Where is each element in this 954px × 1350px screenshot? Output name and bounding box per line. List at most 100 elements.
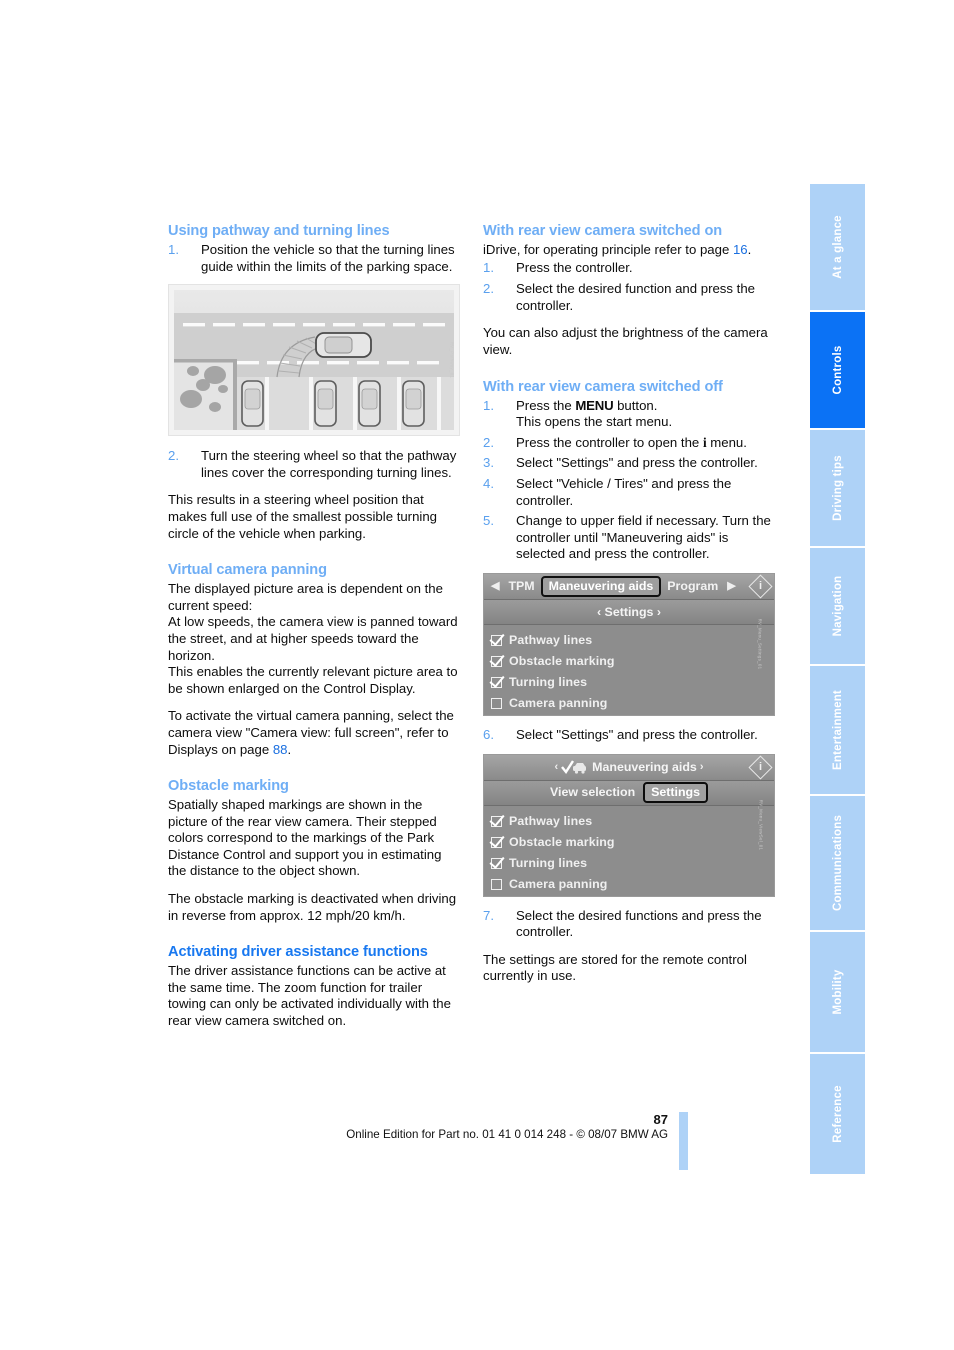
step-number: 5. [483,513,494,529]
sidebar-item-entertainment[interactable]: Entertainment [810,666,865,796]
idrive-tab-maneuvering-aids[interactable]: Maneuvering aids [540,576,662,597]
prev-arrow-icon[interactable]: ‹ [551,759,561,776]
idrive-option-obstacle-marking[interactable]: Obstacle marking [491,651,774,672]
list-item: 2. Press the controller to open the i me… [483,435,775,452]
step-number: 3. [483,455,494,471]
next-arrow-icon[interactable]: › [697,759,707,776]
info-badge-icon[interactable]: i [748,574,773,599]
option-label: Turning lines [509,855,588,870]
steps-camera-on: 1. Press the controller. 2. Select the d… [483,260,775,315]
paragraph-text: iDrive, for operating principle refer to… [483,242,733,257]
page-footer: 87 Online Edition for Part no. 01 41 0 0… [168,1112,668,1142]
step-text: Position the vehicle so that the turning… [201,242,455,274]
option-label: Pathway lines [509,813,593,828]
sidebar-item-reference[interactable]: Reference [810,1054,865,1176]
idrive-tab-program[interactable]: Program [661,577,724,596]
step-number: 2. [483,434,494,450]
step-text-pre: Press the [516,397,576,413]
scroll-left-icon[interactable]: ◀ [488,578,502,595]
idrive-option-pathway-lines[interactable]: Pathway lines [491,811,774,832]
figure-code: RV_Pathway_01 [450,341,456,379]
maneuvering-aids-car-icon [561,759,587,775]
step-number: 7. [483,907,494,923]
step-text: Press the controller to open the i menu. [516,435,747,450]
heading-virtual-camera-panning: Virtual camera panning [168,562,327,579]
paragraph-activate-panning: To activate the virtual camera panning, … [168,708,460,758]
sidebar-item-label: Mobility [831,969,844,1015]
idrive-tab-settings-selected[interactable]: Settings [643,782,709,803]
idrive-settings-label[interactable]: ‹ Settings › [597,604,661,621]
checkbox-checked-icon[interactable] [491,836,502,848]
sidebar-item-controls[interactable]: Controls [810,312,865,430]
sidebar-item-at-a-glance[interactable]: At a glance [810,184,865,312]
step-number: 6. [483,726,494,742]
car-check-icon-svg [561,759,587,774]
sidebar-item-mobility[interactable]: Mobility [810,932,865,1054]
idrive-tab-view-selection[interactable]: View selection [550,784,635,801]
option-label: Camera panning [509,696,608,711]
idrive-option-camera-panning[interactable]: Camera panning [491,693,774,714]
idrive-option-list: Pathway lines Obstacle marking Turning l… [484,625,774,714]
option-label: Obstacle marking [509,654,615,669]
checkbox-checked-icon[interactable] [491,815,502,827]
idrive-option-turning-lines[interactable]: Turning lines [491,853,774,874]
list-item: 3. Select "Settings" and press the contr… [483,455,775,472]
footer-marker-bar [679,1112,688,1170]
sidebar-item-label: Entertainment [831,690,844,770]
paragraph-obstacle-markings: Spatially shaped markings are shown in t… [168,797,442,879]
step-text-pre: Press the controller to open the [516,434,703,450]
page-reference-16[interactable]: 16 [733,242,748,257]
checkbox-checked-icon[interactable] [491,857,502,869]
checkbox-unchecked-icon[interactable] [491,878,502,890]
idrive-title-bar: ‹ Maneuvering aids › i [484,754,774,781]
paragraph-driver-assistance: The driver assistance functions can be a… [168,963,451,1029]
idrive-option-list: Pathway lines Obstacle marking Turning l… [484,806,774,895]
list-item: 1. Press the controller. [483,260,775,277]
step-number: 1. [483,397,494,413]
idrive-option-turning-lines[interactable]: Turning lines [491,672,774,693]
info-badge-icon[interactable]: i [748,754,773,780]
parking-illustration-svg [169,285,459,436]
paragraph-text-end: . [747,242,752,257]
sidebar-item-navigation[interactable]: Navigation [810,548,865,666]
checkbox-checked-icon[interactable] [491,634,502,646]
step-text: Press the controller. [516,259,633,275]
figure-code: RV_Menu_ViewSel_01 [758,799,764,851]
heading-camera-switched-on: With rear view camera switched on [483,223,723,239]
sidebar-item-communications[interactable]: Communications [810,796,865,932]
checkbox-checked-icon[interactable] [491,676,502,688]
checkbox-unchecked-icon[interactable] [491,697,502,709]
list-item: 1. Position the vehicle so that the turn… [168,242,460,275]
step-text: Select "Vehicle / Tires" and press the c… [516,475,732,508]
list-item: 4. Select "Vehicle / Tires" and press th… [483,476,775,509]
steps-turn-steering-wheel: 2. Turn the steering wheel so that the p… [168,448,460,481]
idrive-option-camera-panning[interactable]: Camera panning [491,874,774,895]
info-badge-label: i [758,760,763,773]
heading-using-pathway-and-turning-lines: Using pathway and turning lines [168,223,390,239]
heading-camera-switched-off: With rear view camera switched off [483,378,723,395]
paragraph-brightness: You can also adjust the brightness of th… [483,325,768,357]
sidebar-item-label: Communications [831,814,844,912]
idrive-option-obstacle-marking[interactable]: Obstacle marking [491,832,774,853]
heading-obstacle-marking: Obstacle marking [168,778,289,795]
idrive-title-label: Maneuvering aids [592,759,697,774]
step-text: Select the desired function and press th… [516,281,755,313]
option-label: Camera panning [509,876,608,891]
idrive-tab-tpm[interactable]: TPM [502,577,540,596]
edition-notice: Online Edition for Part no. 01 41 0 014 … [346,1128,668,1141]
scroll-right-icon[interactable]: ▶ [724,578,738,595]
list-item: 2. Turn the steering wheel so that the p… [168,448,460,481]
idrive-option-pathway-lines[interactable]: Pathway lines [491,630,774,651]
list-item: 1. Press the MENU button. This opens the … [483,398,775,431]
paragraph-idrive-principle: iDrive, for operating principle refer to… [483,242,775,259]
steps-select-functions: 7. Select the desired functions and pres… [483,908,775,941]
sidebar-item-label: Reference [831,1085,844,1143]
paragraph-enlarged-area: This enables the currently relevant pict… [168,664,458,696]
page-reference-88[interactable]: 88 [273,742,288,757]
step-text: Select "Settings" and press the controll… [516,726,758,742]
page-number: 87 [653,1112,668,1127]
step-text-post: button. [613,397,658,413]
sidebar-item-driving-tips[interactable]: Driving tips [810,430,865,548]
checkbox-checked-icon[interactable] [491,655,502,667]
sidebar-item-label: Navigation [831,575,844,637]
